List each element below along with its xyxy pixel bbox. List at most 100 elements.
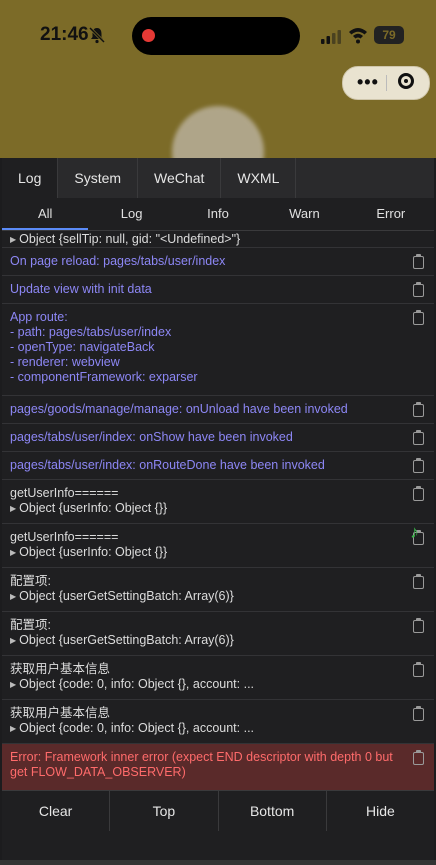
clear-button[interactable]: Clear <box>2 791 111 831</box>
bell-off-icon <box>88 26 106 44</box>
expand-caret-icon[interactable]: ▶ <box>10 589 16 604</box>
cellular-signal-icon <box>321 30 341 44</box>
log-entry[interactable]: pages/tabs/user/index: onRouteDone have … <box>2 452 434 480</box>
log-entry[interactable]: 配置项: ▶ Object {userGetSettingBatch: Array(… <box>2 568 434 612</box>
expand-caret-icon[interactable]: ▶ <box>10 501 16 516</box>
log-entry[interactable]: 配置项: ▶ Object {userGetSettingBatch: Array(… <box>2 612 434 656</box>
log-line: ▶ Object {userInfo: Object {}} <box>10 501 394 516</box>
log-entry[interactable]: On page reload: pages/tabs/user/index <box>2 248 434 276</box>
log-line: pages/goods/manage/manage: onUnload have… <box>10 402 394 417</box>
log-entry-error[interactable]: Error: Framework inner error (expect END… <box>2 744 434 790</box>
log-text: Object {code: 0, info: Object {}, accoun… <box>19 721 255 735</box>
filter-info[interactable]: Info <box>175 198 261 230</box>
more-options-icon[interactable]: ••• <box>357 72 379 93</box>
log-line: pages/tabs/user/index: onRouteDone have … <box>10 458 394 473</box>
copy-icon[interactable] <box>413 254 424 269</box>
log-text: Error: Framework inner error (expect END… <box>10 750 393 779</box>
recording-indicator-icon <box>142 29 155 42</box>
log-line: - openType: navigateBack <box>10 340 394 355</box>
copy-icon[interactable] <box>413 402 424 417</box>
hide-button[interactable]: Hide <box>327 791 434 831</box>
log-text: App route: <box>10 310 68 324</box>
log-line: Error: Framework inner error (expect END… <box>10 750 394 780</box>
log-entry[interactable]: getUserInfo====== ▶ Object {userInfo: Obje… <box>2 480 434 524</box>
log-line: - path: pages/tabs/user/index <box>10 325 394 340</box>
copy-icon[interactable] <box>413 430 424 445</box>
status-time: 21:46 <box>40 24 89 45</box>
log-line: ▶ Object {sellTip: null, gid: "<Undefined… <box>10 232 394 247</box>
bottom-button[interactable]: Bottom <box>219 791 327 831</box>
log-line: pages/tabs/user/index: onShow have been … <box>10 430 394 445</box>
home-indicator <box>0 860 436 865</box>
filter-warn[interactable]: Warn <box>261 198 347 230</box>
log-text: Update view with init data <box>10 282 152 296</box>
dynamic-island <box>132 17 300 55</box>
copy-icon[interactable] <box>413 310 424 325</box>
log-line: ▶ Object {userGetSettingBatch: Array(6)} <box>10 589 394 604</box>
close-mini-program-icon[interactable] <box>398 73 414 89</box>
top-button[interactable]: Top <box>110 791 219 831</box>
log-entry[interactable]: pages/goods/manage/manage: onUnload have… <box>2 396 434 424</box>
tab-system[interactable]: System <box>58 158 139 198</box>
filter-log[interactable]: Log <box>88 198 174 230</box>
wifi-icon <box>349 28 367 44</box>
log-text: - openType: navigateBack <box>10 340 155 354</box>
expand-caret-icon[interactable]: ▶ <box>10 633 16 648</box>
filter-error[interactable]: Error <box>348 198 434 230</box>
log-line: - renderer: webview <box>10 355 394 370</box>
log-filter-tabs: All Log Info Warn Error <box>2 198 434 231</box>
status-bar: 21:46 79 <box>0 0 436 60</box>
copy-icon[interactable] <box>413 486 424 501</box>
vconsole-panel: Log System WeChat WXML All Log Info Warn… <box>2 158 434 865</box>
tab-log[interactable]: Log <box>2 158 59 198</box>
expand-caret-icon[interactable]: ▶ <box>10 545 16 560</box>
log-text: - renderer: webview <box>10 355 120 369</box>
log-text: - path: pages/tabs/user/index <box>10 325 172 339</box>
capsule-divider <box>386 75 387 91</box>
tab-wxml[interactable]: WXML <box>221 158 297 198</box>
log-line: Update view with init data <box>10 282 394 297</box>
copy-icon[interactable] <box>413 458 424 473</box>
mini-program-capsule: ••• <box>342 66 430 100</box>
log-line: On page reload: pages/tabs/user/index <box>10 254 394 269</box>
log-text: Object {userGetSettingBatch: Array(6)} <box>19 633 234 647</box>
expand-caret-icon[interactable]: ▶ <box>10 232 16 247</box>
log-text: getUserInfo====== <box>10 530 119 544</box>
log-text: getUserInfo====== <box>10 486 119 500</box>
log-entry[interactable]: getUserInfo====== ▶ Object {userInfo: Obje… <box>2 524 434 568</box>
log-text: - componentFramework: exparser <box>10 370 198 384</box>
log-text: Object {sellTip: null, gid: "<Undefined>… <box>19 232 241 246</box>
log-line: getUserInfo====== <box>10 486 394 501</box>
log-text: 获取用户基本信息 <box>10 706 111 720</box>
log-line: ▶ Object {code: 0, info: Object {}, accou… <box>10 721 394 736</box>
console-main-tabs: Log System WeChat WXML <box>2 158 434 198</box>
log-text: Object {code: 0, info: Object {}, accoun… <box>19 677 255 691</box>
log-entry[interactable]: pages/tabs/user/index: onShow have been … <box>2 424 434 452</box>
music-note-icon[interactable]: ♪ <box>410 522 432 544</box>
filter-all[interactable]: All <box>2 198 89 230</box>
log-entry[interactable]: ▶ Object {sellTip: null, gid: "<Undefined… <box>2 230 434 248</box>
tab-wechat[interactable]: WeChat <box>138 158 222 198</box>
copy-icon[interactable] <box>413 662 424 677</box>
log-line: 获取用户基本信息 <box>10 706 394 721</box>
expand-caret-icon[interactable]: ▶ <box>10 677 16 692</box>
copy-icon[interactable] <box>413 618 424 633</box>
log-entry[interactable]: Update view with init data <box>2 276 434 304</box>
console-action-bar: Clear Top Bottom Hide <box>2 790 434 831</box>
log-entry[interactable]: 获取用户基本信息 ▶ Object {code: 0, info: Object {… <box>2 656 434 700</box>
log-line: ▶ Object {userInfo: Object {}} <box>10 545 394 560</box>
log-entry[interactable]: 获取用户基本信息 ▶ Object {code: 0, info: Object {… <box>2 700 434 744</box>
log-text: Object {userGetSettingBatch: Array(6)} <box>19 589 234 603</box>
log-list[interactable]: ▶ Object {sellTip: null, gid: "<Undefined… <box>2 230 434 790</box>
copy-icon[interactable] <box>413 282 424 297</box>
expand-caret-icon[interactable]: ▶ <box>10 721 16 736</box>
log-text: pages/goods/manage/manage: onUnload have… <box>10 402 348 416</box>
log-entry[interactable]: App route: - path: pages/tabs/user/index -… <box>2 304 434 396</box>
log-line: 配置项: <box>10 574 394 589</box>
log-line: App route: <box>10 310 394 325</box>
copy-icon[interactable] <box>413 574 424 589</box>
log-line: 获取用户基本信息 <box>10 662 394 677</box>
log-text: 配置项: <box>10 618 51 632</box>
copy-icon[interactable] <box>413 706 424 721</box>
copy-icon[interactable] <box>413 750 424 765</box>
